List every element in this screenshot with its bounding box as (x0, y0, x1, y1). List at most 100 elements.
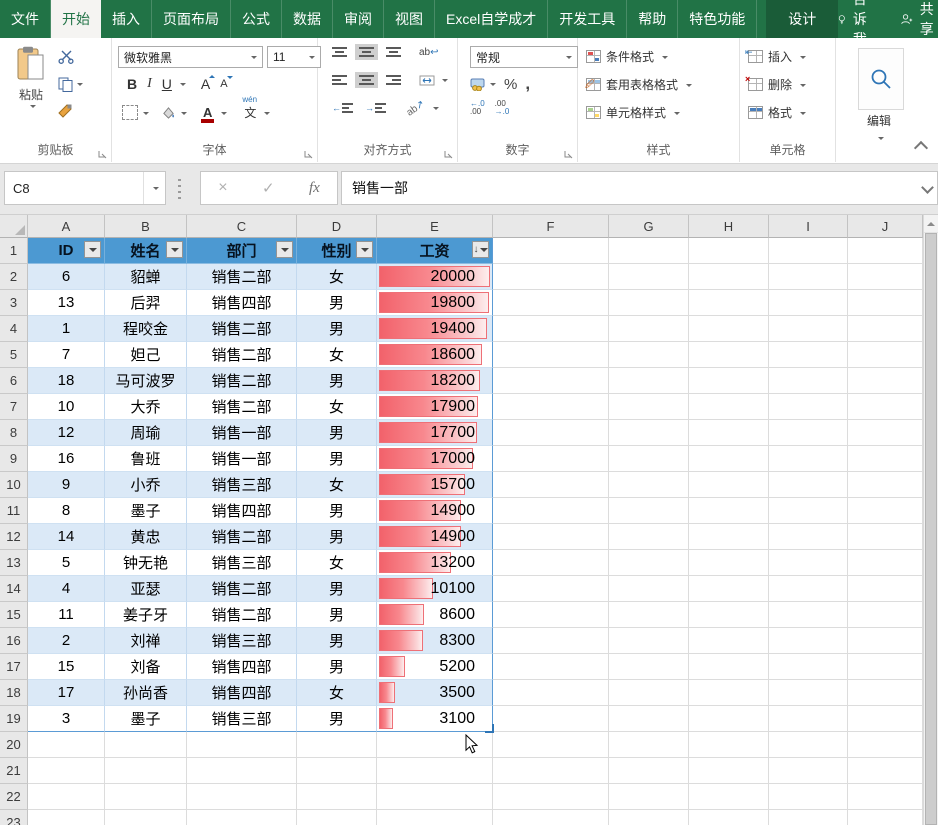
cell-B8[interactable]: 周瑜 (105, 420, 187, 446)
cell-F5[interactable] (493, 342, 609, 368)
cell-J17[interactable] (848, 654, 923, 680)
ribbon-tab-4[interactable]: 公式 (231, 0, 282, 38)
cell-F12[interactable] (493, 524, 609, 550)
orientation-button[interactable]: ab↗ (405, 98, 427, 118)
cell-D5[interactable]: 女 (297, 342, 377, 368)
col-header-F[interactable]: F (493, 215, 609, 238)
cell-F17[interactable] (493, 654, 609, 680)
cell-H19[interactable] (689, 706, 769, 732)
percent-style-button[interactable]: % (504, 76, 517, 93)
cell-J10[interactable] (848, 472, 923, 498)
borders-icon[interactable] (122, 105, 138, 120)
cut-button[interactable] (58, 48, 83, 66)
cell-J1[interactable] (848, 238, 923, 264)
row-header-6[interactable]: 6 (0, 368, 28, 394)
cell-E9[interactable]: 17000 (377, 446, 493, 472)
cancel-button[interactable]: × (218, 179, 227, 197)
align-center-button[interactable] (355, 72, 378, 88)
ribbon-tab-5[interactable]: 数据 (282, 0, 333, 38)
cell-J21[interactable] (848, 758, 923, 784)
cell-J12[interactable] (848, 524, 923, 550)
cell-A12[interactable]: 14 (28, 524, 105, 550)
cell-I21[interactable] (769, 758, 848, 784)
cell-D20[interactable] (297, 732, 377, 758)
cell-E12[interactable]: 14900 (377, 524, 493, 550)
cell-G10[interactable] (609, 472, 689, 498)
cell-G6[interactable] (609, 368, 689, 394)
cell-D18[interactable]: 女 (297, 680, 377, 706)
cell-F6[interactable] (493, 368, 609, 394)
filter-button[interactable] (276, 241, 293, 258)
cell-B1[interactable]: 姓名 (105, 238, 187, 264)
formula-expand-icon[interactable] (921, 181, 934, 194)
comma-style-button[interactable]: , (525, 74, 530, 94)
cell-I19[interactable] (769, 706, 848, 732)
cell-I2[interactable] (769, 264, 848, 290)
filter-button[interactable] (356, 241, 373, 258)
cell-A18[interactable]: 17 (28, 680, 105, 706)
cell-C3[interactable]: 销售四部 (187, 290, 297, 316)
cell-B19[interactable]: 墨子 (105, 706, 187, 732)
cell-A21[interactable] (28, 758, 105, 784)
cell-D17[interactable]: 男 (297, 654, 377, 680)
font-name-select[interactable]: 微软雅黑 (118, 46, 263, 68)
cell-A23[interactable] (28, 810, 105, 825)
cell-G17[interactable] (609, 654, 689, 680)
cell-D4[interactable]: 男 (297, 316, 377, 342)
cell-I23[interactable] (769, 810, 848, 825)
cell-C17[interactable]: 销售四部 (187, 654, 297, 680)
cell-H9[interactable] (689, 446, 769, 472)
format-as-table-button[interactable]: 🖉 套用表格格式 (586, 76, 692, 93)
cell-G21[interactable] (609, 758, 689, 784)
font-dialog-launcher-icon[interactable] (304, 148, 314, 158)
cell-C4[interactable]: 销售二部 (187, 316, 297, 342)
cell-B22[interactable] (105, 784, 187, 810)
clipboard-dialog-launcher-icon[interactable] (98, 148, 108, 158)
cell-I18[interactable] (769, 680, 848, 706)
ribbon-tab-2[interactable]: 插入 (101, 0, 152, 38)
cell-H10[interactable] (689, 472, 769, 498)
cell-B13[interactable]: 钟无艳 (105, 550, 187, 576)
cell-D21[interactable] (297, 758, 377, 784)
cell-B10[interactable]: 小乔 (105, 472, 187, 498)
row-header-9[interactable]: 9 (0, 446, 28, 472)
col-header-H[interactable]: H (689, 215, 769, 238)
cell-I5[interactable] (769, 342, 848, 368)
cell-I11[interactable] (769, 498, 848, 524)
cell-G9[interactable] (609, 446, 689, 472)
cell-C7[interactable]: 销售二部 (187, 394, 297, 420)
cell-B7[interactable]: 大乔 (105, 394, 187, 420)
number-dialog-launcher-icon[interactable] (564, 148, 574, 158)
align-right-button[interactable] (382, 72, 405, 88)
cell-H17[interactable] (689, 654, 769, 680)
align-bottom-button[interactable] (382, 44, 405, 60)
cell-J23[interactable] (848, 810, 923, 825)
format-cells-button[interactable]: 格式 (748, 104, 806, 121)
row-header-11[interactable]: 11 (0, 498, 28, 524)
cell-E10[interactable]: 15700 (377, 472, 493, 498)
cell-I16[interactable] (769, 628, 848, 654)
cell-C14[interactable]: 销售二部 (187, 576, 297, 602)
cell-B18[interactable]: 孙尚香 (105, 680, 187, 706)
cell-G22[interactable] (609, 784, 689, 810)
editing-search-button[interactable] (858, 48, 904, 110)
cell-F23[interactable] (493, 810, 609, 825)
cell-G15[interactable] (609, 602, 689, 628)
cell-H1[interactable] (689, 238, 769, 264)
cell-H8[interactable] (689, 420, 769, 446)
cell-I6[interactable] (769, 368, 848, 394)
cell-F22[interactable] (493, 784, 609, 810)
cell-H4[interactable] (689, 316, 769, 342)
cell-C5[interactable]: 销售二部 (187, 342, 297, 368)
cell-E14[interactable]: 10100 (377, 576, 493, 602)
ribbon-tab-3[interactable]: 页面布局 (152, 0, 231, 38)
phonetic-caret-icon[interactable] (264, 112, 270, 118)
row-header-23[interactable]: 23 (0, 810, 28, 825)
alignment-dialog-launcher-icon[interactable] (444, 148, 454, 158)
cell-E3[interactable]: 19800 (377, 290, 493, 316)
cell-A6[interactable]: 18 (28, 368, 105, 394)
filter-button[interactable] (166, 241, 183, 258)
cell-H12[interactable] (689, 524, 769, 550)
paste-button[interactable]: 粘贴 (8, 46, 54, 132)
cell-I1[interactable] (769, 238, 848, 264)
